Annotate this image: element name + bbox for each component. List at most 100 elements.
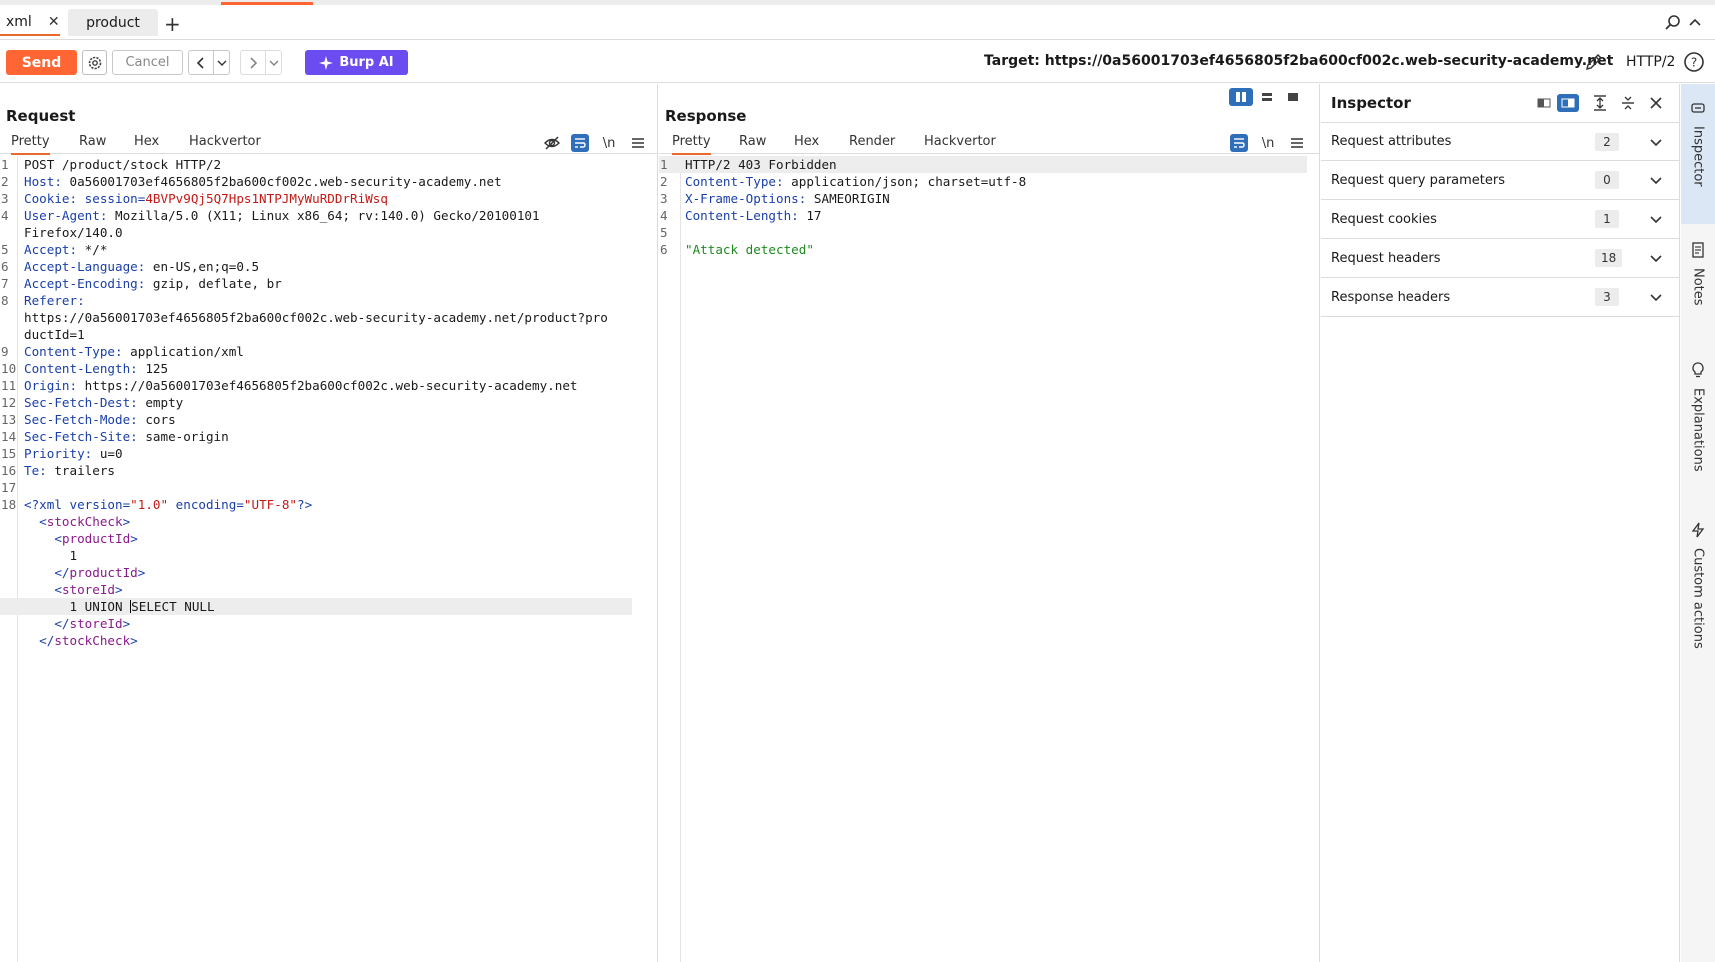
- request-editor[interactable]: 1 POST /product/stock HTTP/2 2 Host: 0a560…: [0, 156, 657, 962]
- hide-eye-icon[interactable]: [543, 134, 561, 152]
- close-icon: [1650, 97, 1662, 109]
- code-text: User-Agent: Mozilla/5.0 (X11; Linux x86_…: [24, 207, 540, 224]
- code-text: Origin: https://0a56001703ef4656805f2ba6…: [24, 377, 578, 394]
- row-label: Response headers: [1331, 289, 1451, 305]
- line-number: 14: [1, 429, 17, 444]
- menu-icon[interactable]: [1288, 134, 1306, 152]
- header-value: application/json; charset=utf-8: [783, 174, 1027, 189]
- code-text: Content-Type: application/xml: [24, 343, 244, 360]
- current-line: 1 UNION SELECT NULL: [0, 598, 632, 615]
- layout-stacked-button[interactable]: [1255, 88, 1279, 106]
- tab-render[interactable]: Render: [849, 134, 895, 149]
- xml-tag-name: productId: [61, 531, 131, 546]
- row-label: Request cookies: [1331, 211, 1437, 227]
- line-number: 5: [660, 225, 668, 240]
- inspector-row-request-attributes[interactable]: Request attributes 2: [1321, 122, 1680, 161]
- tab-raw[interactable]: Raw: [739, 134, 766, 149]
- target-label: Target: https://0a56001703ef4656805f2ba6…: [984, 53, 1614, 69]
- rows-icon: [1262, 93, 1272, 101]
- header-key: Sec-Fetch-Site:: [24, 429, 138, 444]
- forward-button[interactable]: [241, 51, 265, 74]
- xml-attr-value: "UTF-8": [243, 497, 297, 512]
- expand-all-button[interactable]: [1589, 94, 1611, 112]
- settings-button[interactable]: [82, 50, 107, 75]
- close-inspector-button[interactable]: [1645, 94, 1667, 112]
- tab-xml[interactable]: xml ✕: [0, 9, 60, 36]
- word-wrap-button[interactable]: [571, 134, 589, 152]
- layout-tabbed-button[interactable]: [1281, 88, 1305, 106]
- tab-hex[interactable]: Hex: [134, 134, 159, 149]
- count-badge: 0: [1595, 171, 1619, 189]
- rail-item-notes[interactable]: Notes: [1681, 234, 1715, 344]
- row-label: Request query parameters: [1331, 172, 1506, 188]
- tab-hackvertor[interactable]: Hackvertor: [924, 134, 996, 149]
- code-line: 4 User-Agent: Mozilla/5.0 (X11; Linux x86…: [0, 207, 657, 224]
- inspector-row-response-headers[interactable]: Response headers 3: [1321, 278, 1680, 317]
- line-number: 7: [1, 276, 9, 291]
- code-line: 7 Accept-Encoding: gzip, deflate, br: [0, 275, 657, 292]
- gear-icon: [88, 56, 101, 69]
- collapse-all-button[interactable]: [1617, 94, 1639, 112]
- inspector-layout-right-button[interactable]: [1557, 94, 1579, 112]
- rail-item-inspector[interactable]: Inspector: [1681, 84, 1715, 224]
- back-dropdown-button[interactable]: [213, 51, 229, 74]
- code-text: HTTP/2 403 Forbidden: [685, 157, 837, 172]
- line-number: 17: [1, 480, 17, 495]
- rail-label: Notes: [1690, 268, 1706, 306]
- toolbar: Send Cancel Burp AI Target: https://0a56…: [0, 41, 1715, 83]
- header-key: Te:: [24, 463, 47, 478]
- code-text: </productId>: [54, 565, 146, 580]
- cookie-name: session=: [77, 191, 146, 206]
- newline-toggle[interactable]: \n: [600, 134, 618, 152]
- response-editor[interactable]: 1 HTTP/2 403 Forbidden 2 Content-Type: app…: [659, 156, 1319, 962]
- line-number: 15: [1, 446, 17, 461]
- inspector-layout-left-button[interactable]: [1533, 94, 1555, 112]
- word-wrap-button[interactable]: [1230, 134, 1248, 152]
- code-text: </stockCheck>: [39, 633, 138, 648]
- tab-product[interactable]: product: [68, 9, 158, 36]
- header-value: trailers: [46, 463, 115, 478]
- line-number: 10: [1, 361, 17, 376]
- help-icon[interactable]: ?: [1683, 51, 1705, 73]
- menu-icon[interactable]: [629, 134, 647, 152]
- code-line: </storeId>: [0, 615, 657, 632]
- code-text: Priority: u=0: [24, 445, 123, 462]
- header-value: en-US,en;q=0.5: [145, 259, 260, 274]
- code-line: 1 POST /product/stock HTTP/2: [0, 156, 657, 173]
- wrap-icon: [575, 138, 586, 148]
- code-line: ductId=1: [0, 326, 657, 343]
- protocol-label[interactable]: HTTP/2: [1626, 54, 1675, 70]
- xml-tag-name: stockCheck: [54, 633, 131, 648]
- forward-dropdown-button[interactable]: [265, 51, 281, 74]
- search-icon[interactable]: [1664, 14, 1682, 32]
- back-button[interactable]: [189, 51, 213, 74]
- cancel-button[interactable]: Cancel: [112, 50, 183, 75]
- tab-pretty[interactable]: Pretty: [11, 134, 50, 155]
- inspector-row-query-parameters[interactable]: Request query parameters 0: [1321, 161, 1680, 200]
- xml-attr: version=: [61, 497, 131, 512]
- rail-item-explanations[interactable]: Explanations: [1681, 354, 1715, 504]
- inspector-row-request-headers[interactable]: Request headers 18: [1321, 239, 1680, 278]
- header-key: Content-Type:: [685, 174, 784, 189]
- chevron-up-icon[interactable]: [1687, 14, 1703, 30]
- inspector-row-request-cookies[interactable]: Request cookies 1: [1321, 200, 1680, 239]
- newline-toggle[interactable]: \n: [1259, 134, 1277, 152]
- code-text: Accept-Language: en-US,en;q=0.5: [24, 258, 259, 275]
- layout-side-by-side-button[interactable]: [1229, 88, 1253, 106]
- close-icon[interactable]: ✕: [48, 14, 60, 30]
- add-tab-icon[interactable]: +: [164, 12, 181, 36]
- tab-hackvertor[interactable]: Hackvertor: [189, 134, 261, 149]
- code-text: <productId>: [54, 531, 138, 546]
- tab-pretty[interactable]: Pretty: [672, 134, 711, 155]
- line-number: 6: [1, 259, 9, 274]
- tab-hex[interactable]: Hex: [794, 134, 819, 149]
- tab-raw[interactable]: Raw: [79, 134, 106, 149]
- rail-item-custom-actions[interactable]: Custom actions: [1681, 514, 1715, 684]
- burp-ai-button[interactable]: Burp AI: [305, 50, 408, 75]
- pencil-icon[interactable]: [1584, 52, 1604, 72]
- code-text: Referer:: [24, 292, 85, 309]
- code-line: <storeId>: [0, 581, 657, 598]
- send-button[interactable]: Send: [6, 50, 77, 75]
- line-gutter: [659, 156, 681, 962]
- rail-label: Explanations: [1690, 388, 1706, 472]
